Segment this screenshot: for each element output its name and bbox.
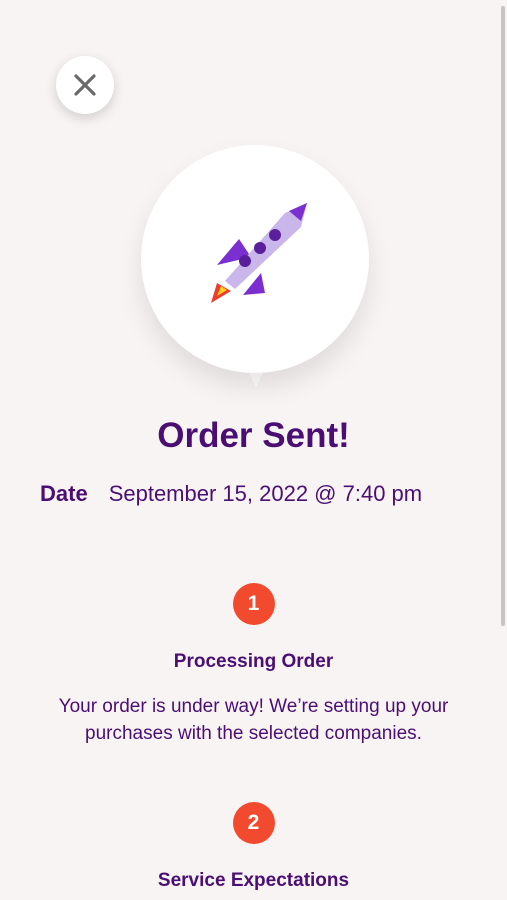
step-service-expectations: 2 Service Expectations <box>0 802 507 892</box>
order-confirmation-screen: Order Sent! Date September 15, 2022 @ 7:… <box>0 0 507 900</box>
step-number-badge: 2 <box>232 802 275 844</box>
step-title: Processing Order <box>173 651 334 672</box>
close-button[interactable] <box>56 56 114 114</box>
step-number-badge: 1 <box>232 583 275 625</box>
order-date-row: Date September 15, 2022 @ 7:40 pm <box>40 478 490 510</box>
date-value: September 15, 2022 @ 7:40 pm <box>108 481 423 506</box>
step-processing-order: 1 Processing Order Your order is under w… <box>0 583 507 747</box>
hero-illustration <box>141 145 369 387</box>
step-description: Your order is under way! We’re setting u… <box>58 696 449 744</box>
rocket-icon <box>211 203 307 303</box>
scrollbar-thumb[interactable] <box>501 6 505 626</box>
date-label: Date <box>40 481 88 506</box>
close-icon <box>74 74 96 96</box>
page-title: Order Sent! <box>157 416 350 455</box>
step-title: Service Expectations <box>157 870 350 891</box>
